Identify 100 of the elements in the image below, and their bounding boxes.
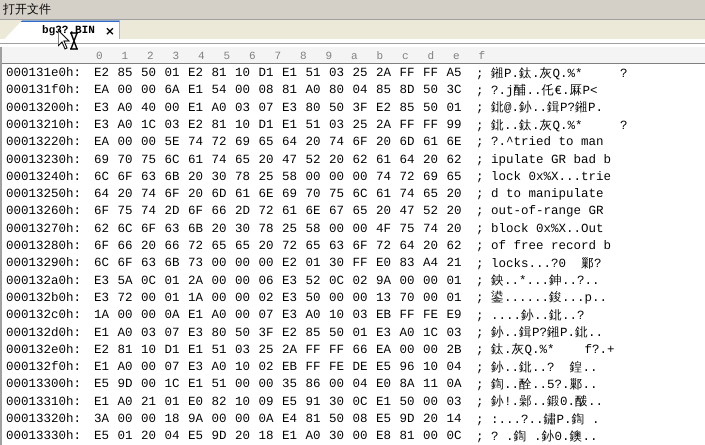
hex-byte: 91 bbox=[306, 394, 322, 409]
hex-byte: 65 bbox=[446, 170, 463, 184]
column-header: 6 bbox=[248, 51, 257, 64]
hex-byte: 00 bbox=[164, 100, 181, 115]
row-address: 000132d0h: bbox=[6, 326, 82, 340]
hex-byte: 78 bbox=[258, 222, 275, 236]
hex-byte: 80 bbox=[329, 83, 346, 98]
hex-byte: 62 bbox=[446, 152, 463, 167]
hex-byte: 10 bbox=[235, 394, 252, 409]
hex-byte: E5 bbox=[376, 360, 392, 374]
ascii-text: ; d to manipulate bbox=[476, 187, 604, 202]
hex-byte: E3 bbox=[282, 274, 298, 288]
hex-byte: A4 bbox=[423, 256, 440, 270]
hex-byte: 63 bbox=[164, 222, 181, 236]
hex-byte: 07 bbox=[258, 308, 275, 322]
hex-byte: 6B bbox=[164, 256, 181, 270]
hex-byte: 00 bbox=[118, 83, 134, 98]
hex-byte: E2 bbox=[94, 66, 110, 80]
hex-byte: 18 bbox=[164, 412, 181, 426]
hex-byte: 10 bbox=[235, 360, 252, 374]
ascii-text: ; ipulate GR bad b bbox=[476, 152, 612, 167]
hex-byte: E3 bbox=[188, 326, 204, 340]
hex-byte: E1 bbox=[376, 394, 392, 409]
file-tab[interactable]: bg3?.BIN × bbox=[4, 20, 120, 40]
hex-byte: 5E bbox=[164, 135, 181, 150]
hex-byte: E1 bbox=[282, 429, 298, 444]
hex-byte: 30 bbox=[329, 394, 346, 409]
hex-byte: 65 bbox=[423, 187, 440, 202]
hex-byte: 00 bbox=[118, 412, 134, 426]
hex-byte: 96 bbox=[400, 360, 416, 374]
hex-byte: 00 bbox=[329, 290, 346, 305]
hex-byte: A0 bbox=[306, 308, 322, 322]
hex-byte: 2B bbox=[446, 342, 463, 357]
hex-byte: E2 bbox=[188, 118, 204, 132]
hex-byte: 01 bbox=[118, 429, 134, 444]
column-header: 7 bbox=[274, 51, 282, 64]
hex-byte: 00 bbox=[423, 274, 440, 288]
hex-byte: E3 bbox=[188, 360, 204, 374]
hex-byte: 82 bbox=[212, 394, 228, 409]
hex-byte: 6F bbox=[352, 239, 369, 254]
hex-byte: 6A bbox=[164, 83, 181, 98]
hex-byte: 52 bbox=[306, 274, 322, 288]
hex-byte: 00 bbox=[423, 429, 440, 444]
hex-byte: 6F bbox=[118, 170, 134, 184]
hex-byte: 51 bbox=[212, 377, 228, 392]
hex-byte: 50 bbox=[423, 100, 440, 115]
row-address: 000132e0h: bbox=[6, 342, 82, 357]
hex-byte: 00 bbox=[329, 170, 346, 184]
column-header: 9 bbox=[324, 51, 334, 64]
hex-byte: 1C bbox=[164, 377, 181, 392]
hex-byte: 04 bbox=[446, 360, 463, 374]
hex-byte: 00 bbox=[141, 377, 158, 392]
hex-byte: 74 bbox=[141, 187, 158, 202]
hex-byte: 30 bbox=[235, 222, 252, 236]
hex-byte: 66 bbox=[352, 342, 369, 357]
hex-byte: 65 bbox=[235, 239, 252, 254]
hex-byte: 78 bbox=[235, 170, 252, 184]
row-address: 00013310h: bbox=[6, 394, 82, 409]
ascii-text: ; 鍙......鋑...p.. bbox=[476, 290, 608, 306]
hex-byte: E1 bbox=[94, 326, 110, 340]
hex-byte: 03 bbox=[329, 118, 346, 132]
hex-byte: 10 bbox=[141, 342, 158, 357]
hex-byte: 58 bbox=[282, 170, 298, 184]
hex-byte: 69 bbox=[423, 170, 440, 184]
hex-byte: 20 bbox=[212, 222, 228, 236]
hex-byte: E0 bbox=[376, 377, 392, 392]
hex-byte: 65 bbox=[306, 239, 322, 254]
hex-byte: 00 bbox=[141, 308, 158, 322]
column-header: 8 bbox=[299, 51, 308, 64]
hex-byte: 00 bbox=[423, 290, 440, 305]
hex-byte: FF bbox=[306, 342, 322, 357]
hex-byte: E9 bbox=[446, 308, 463, 322]
hex-byte: A0 bbox=[118, 360, 134, 374]
hex-byte: 81 bbox=[212, 66, 228, 80]
hex-byte: D1 bbox=[258, 66, 275, 80]
column-header: 1 bbox=[120, 51, 130, 64]
hex-byte: A0 bbox=[306, 429, 322, 444]
hex-byte: 4F bbox=[376, 222, 392, 236]
hex-byte: E8 bbox=[376, 429, 392, 444]
hex-byte: 02 bbox=[258, 360, 275, 374]
hex-byte: 6C bbox=[118, 222, 134, 236]
hex-byte: 61 bbox=[282, 204, 298, 218]
ascii-text: ; :...?..鏽P.鍧 . bbox=[476, 412, 600, 428]
hex-byte: 00 bbox=[141, 83, 158, 98]
row-address: 00013300h: bbox=[6, 377, 82, 392]
hex-byte: 74 bbox=[400, 187, 416, 202]
hex-byte: 21 bbox=[446, 256, 463, 270]
hex-byte: 00 bbox=[141, 290, 158, 305]
hex-byte: 69 bbox=[235, 135, 252, 150]
hex-byte: FF bbox=[352, 256, 369, 270]
hex-byte: 74 bbox=[329, 135, 346, 150]
hex-byte: E1 bbox=[94, 394, 110, 409]
close-icon[interactable]: × bbox=[104, 24, 115, 38]
hex-byte: A0 bbox=[212, 308, 228, 322]
hex-byte: E3 bbox=[376, 326, 392, 340]
hex-byte: 1A bbox=[94, 308, 110, 322]
hex-byte: 0C bbox=[352, 394, 369, 409]
hex-byte: 03 bbox=[352, 308, 369, 322]
hex-byte: 6E bbox=[306, 204, 322, 218]
hex-byte: 00 bbox=[235, 308, 252, 322]
